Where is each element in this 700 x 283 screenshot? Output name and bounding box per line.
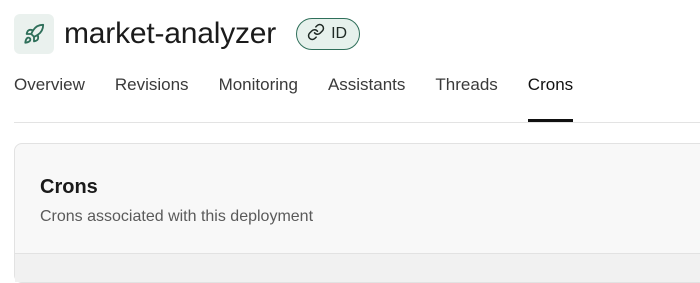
tab-assistants[interactable]: Assistants — [328, 68, 405, 122]
tab-bar: Overview Revisions Monitoring Assistants… — [14, 68, 603, 122]
tab-threads[interactable]: Threads — [435, 68, 497, 122]
crons-card: Crons Crons associated with this deploym… — [14, 143, 700, 283]
tab-crons[interactable]: Crons — [527, 68, 574, 122]
card-subtitle: Crons associated with this deployment — [40, 208, 314, 225]
link-icon — [307, 23, 325, 46]
copy-id-button[interactable]: ID — [296, 18, 361, 50]
tabs-divider — [14, 122, 700, 123]
card-table-header — [15, 254, 700, 282]
page-header: market-analyzer ID — [14, 13, 361, 55]
tab-revisions[interactable]: Revisions — [115, 68, 189, 122]
rocket-icon — [14, 14, 54, 54]
card-title: Crons — [40, 176, 98, 198]
id-badge-label: ID — [331, 25, 348, 42]
tab-overview[interactable]: Overview — [14, 68, 85, 122]
tab-monitoring[interactable]: Monitoring — [219, 68, 298, 122]
deployment-title: market-analyzer — [64, 17, 277, 50]
